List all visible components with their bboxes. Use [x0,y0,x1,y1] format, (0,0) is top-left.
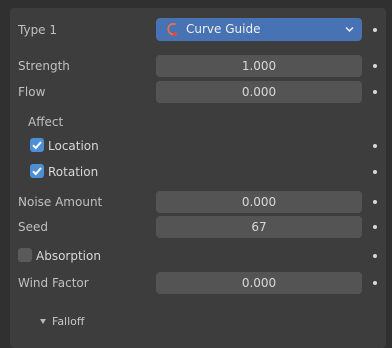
affect-label: Affect [28,115,64,129]
rotation-checkbox[interactable] [30,164,44,178]
falloff-label: Falloff [52,315,85,328]
location-label: Location [48,139,99,153]
rotation-label: Rotation [48,165,99,179]
location-animate-dot[interactable] [373,144,377,148]
falloff-subpanel-header[interactable]: Falloff [10,310,386,334]
wind-factor-row: Wind Factor 0.000 [10,271,386,295]
strength-row: Strength 1.000 [10,54,386,78]
curve-guide-icon [167,22,177,37]
disclosure-triangle-icon [40,319,46,324]
location-checkbox[interactable] [30,138,44,152]
absorption-checkbox[interactable] [18,248,32,262]
type-label: Type 1 [18,23,58,37]
type-dropdown[interactable]: Curve Guide [156,18,362,41]
strength-field[interactable]: 1.000 [156,55,362,77]
noise-amount-field[interactable]: 0.000 [156,191,362,213]
noise-amount-row: Noise Amount 0.000 [10,190,386,214]
wind-factor-label: Wind Factor [18,276,89,290]
chevron-down-icon [345,26,354,33]
wind-factor-animate-dot[interactable] [373,281,377,285]
checkmark-icon [32,141,42,150]
force-field-settings-panel: Type 1 Curve Guide Strength 1.000 Flow 0… [10,8,386,348]
seed-label: Seed [18,220,48,234]
location-row: Location [10,134,386,158]
type-dropdown-value: Curve Guide [186,22,261,36]
affect-heading-row: Affect [10,110,386,134]
flow-animate-dot[interactable] [373,90,377,94]
rotation-row: Rotation [10,160,386,184]
strength-animate-dot[interactable] [373,64,377,68]
seed-row: Seed 67 [10,215,386,239]
type-row: Type 1 Curve Guide [10,18,386,42]
flow-row: Flow 0.000 [10,80,386,104]
noise-amount-animate-dot[interactable] [373,200,377,204]
noise-amount-label: Noise Amount [18,195,103,209]
seed-field[interactable]: 67 [156,216,362,238]
flow-label: Flow [18,85,46,99]
absorption-row: Absorption [10,244,386,268]
strength-label: Strength [18,59,70,73]
seed-animate-dot[interactable] [373,225,377,229]
checkmark-icon [32,167,42,176]
flow-field[interactable]: 0.000 [156,81,362,103]
wind-factor-field[interactable]: 0.000 [156,272,362,294]
absorption-animate-dot[interactable] [373,254,377,258]
type-animate-dot[interactable] [373,28,377,32]
absorption-label: Absorption [36,249,101,263]
rotation-animate-dot[interactable] [373,170,377,174]
